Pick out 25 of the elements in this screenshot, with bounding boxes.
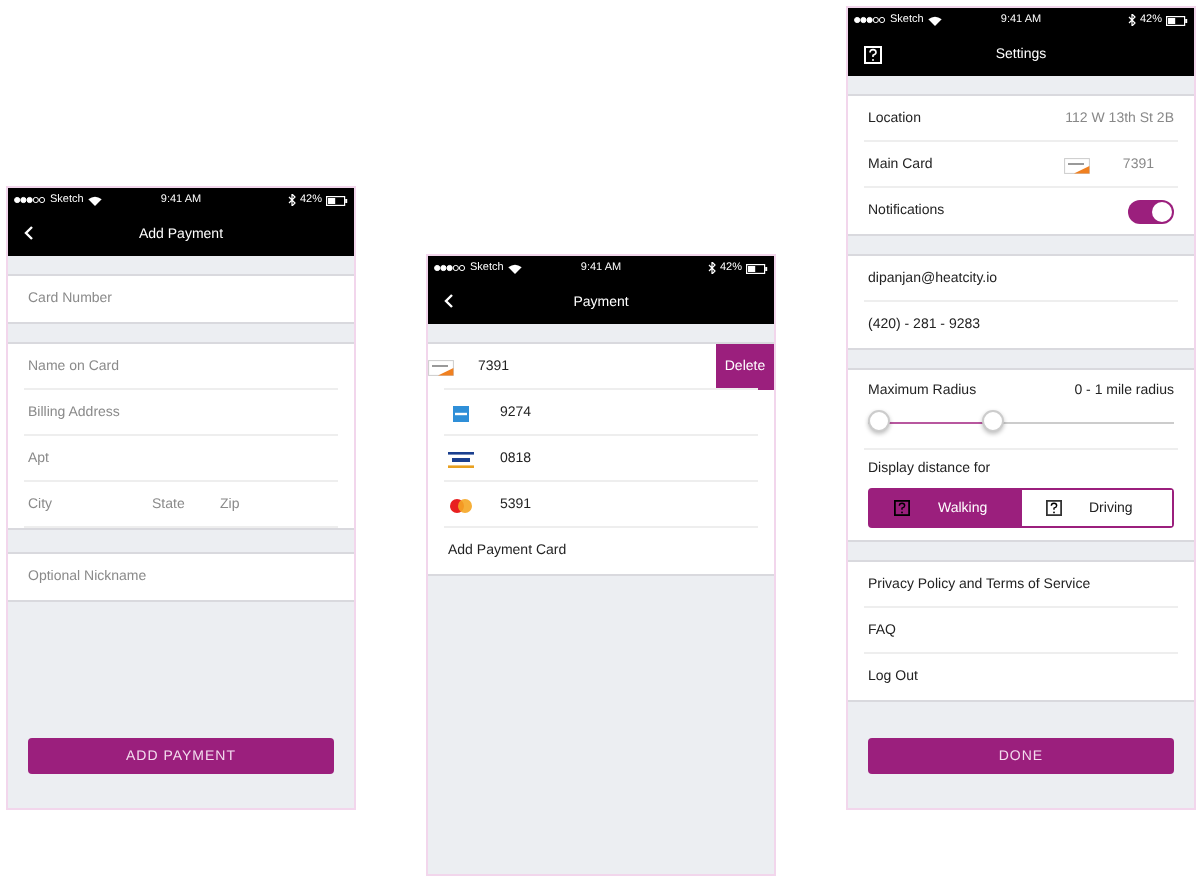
card-brand-icon: [448, 451, 474, 467]
back-icon[interactable]: [444, 294, 454, 308]
bluetooth-icon: [287, 194, 296, 206]
battery-icon: [1166, 15, 1188, 25]
bluetooth-icon: [707, 262, 716, 274]
wifi-icon: [507, 263, 522, 273]
card-brand-icon: [448, 497, 474, 513]
radius-slider[interactable]: [868, 410, 1174, 436]
slider-thumb[interactable]: [868, 410, 890, 432]
signal-icon: [854, 16, 886, 24]
bluetooth-icon: [1127, 14, 1136, 26]
battery-icon: [326, 195, 348, 205]
signal-icon: [14, 196, 46, 204]
card-brand-icon: [1064, 157, 1091, 173]
help-icon: [1045, 500, 1061, 516]
slider-thumb[interactable]: [981, 410, 1004, 432]
battery-icon: [746, 263, 768, 273]
notifications-toggle[interactable]: [1128, 199, 1174, 223]
wifi-icon: [87, 195, 102, 205]
wifi-icon: [927, 15, 942, 25]
help-icon: [894, 500, 910, 516]
signal-icon: [434, 264, 466, 272]
card-brand-icon: [448, 405, 474, 421]
help-icon[interactable]: [864, 46, 882, 64]
back-icon[interactable]: [24, 226, 34, 240]
